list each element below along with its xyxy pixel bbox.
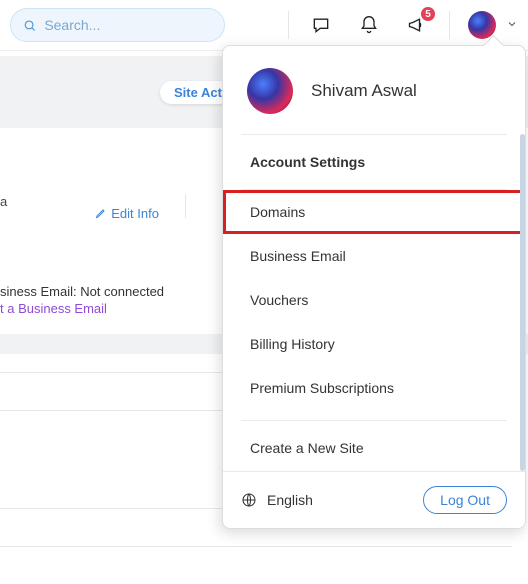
user-name: Shivam Aswal [311, 81, 417, 101]
bell-button[interactable] [349, 9, 389, 41]
divider [185, 194, 186, 218]
language-label: English [267, 492, 313, 508]
menu-create-site[interactable]: Create a New Site [223, 421, 525, 470]
menu-vouchers[interactable]: Vouchers [223, 278, 525, 322]
menu-business-email[interactable]: Business Email [223, 234, 525, 278]
bell-icon [359, 15, 379, 35]
panel-header: Shivam Aswal [223, 46, 525, 134]
chat-button[interactable] [301, 9, 341, 41]
menu-billing-history[interactable]: Billing History [223, 322, 525, 366]
list-row [0, 546, 512, 584]
search-icon [23, 18, 36, 33]
language-selector[interactable]: English [241, 492, 313, 508]
text-fragment: a [0, 194, 7, 232]
search-input-container[interactable] [10, 8, 225, 42]
panel-footer: English Log Out [223, 471, 525, 528]
logout-button[interactable]: Log Out [423, 486, 507, 514]
edit-info-label: Edit Info [111, 206, 159, 221]
announce-button[interactable]: 5 [397, 9, 437, 41]
pencil-icon [95, 207, 107, 219]
chat-icon [311, 15, 331, 35]
divider [288, 11, 289, 39]
menu-premium-subscriptions[interactable]: Premium Subscriptions [223, 366, 525, 410]
menu-help-center[interactable]: Help Center [223, 470, 525, 471]
edit-info-link[interactable]: Edit Info [95, 194, 159, 232]
globe-icon [241, 492, 257, 508]
top-header: 5 [0, 0, 528, 51]
menu-domains[interactable]: Domains [223, 190, 525, 234]
panel-avatar [247, 68, 293, 114]
chevron-down-icon[interactable] [506, 17, 518, 33]
menu-account-settings[interactable]: Account Settings [223, 135, 525, 189]
divider [449, 11, 450, 39]
notification-badge: 5 [421, 7, 435, 21]
search-input[interactable] [44, 17, 212, 33]
user-menu-panel: Shivam Aswal Account Settings Domains Bu… [222, 45, 526, 529]
panel-scroll: Account Settings Domains Business Email … [223, 134, 525, 471]
